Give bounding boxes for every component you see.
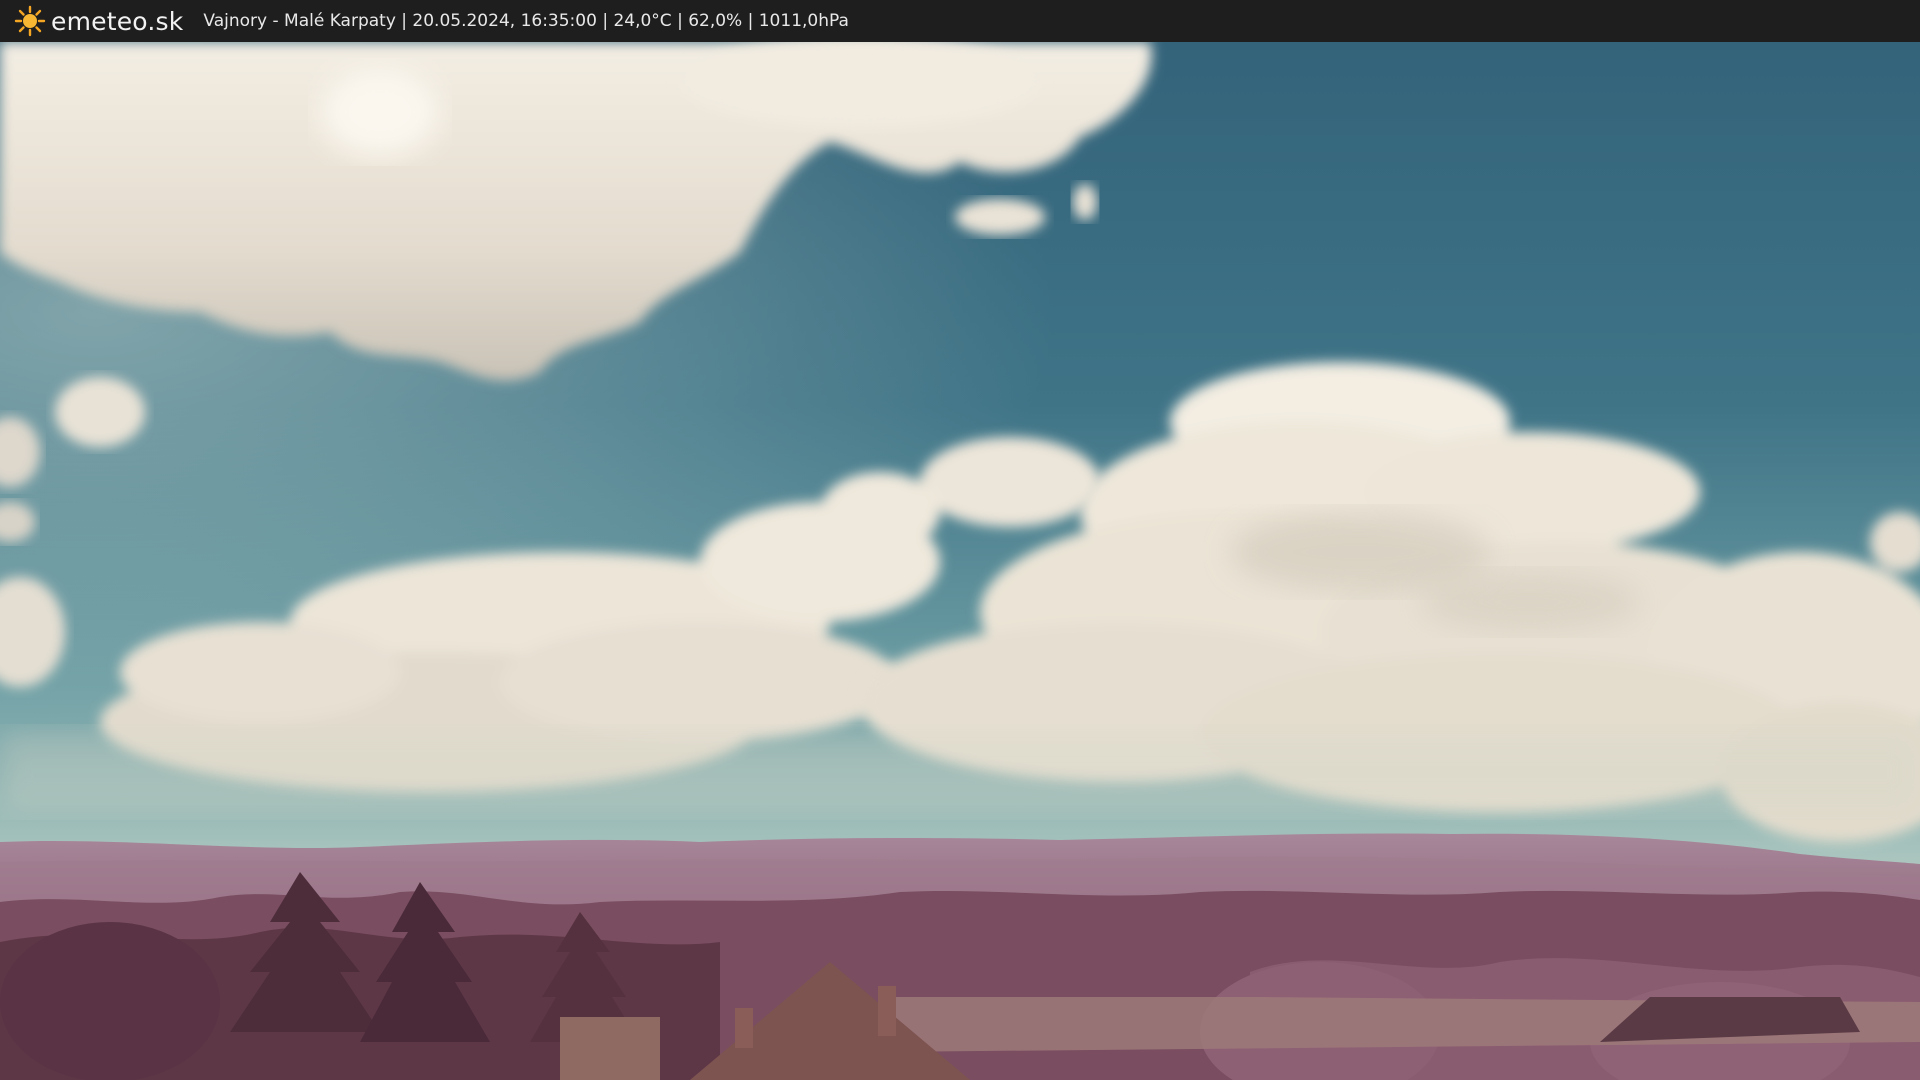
webcam-image <box>0 42 1920 1080</box>
sun-icon <box>14 5 46 37</box>
brand-name: emeteo.sk <box>51 6 184 36</box>
top-bar: emeteo.sk Vajnory - Malé Karpaty | 20.05… <box>0 0 1920 42</box>
logo[interactable]: emeteo.sk <box>14 5 183 37</box>
station-caption: Vajnory - Malé Karpaty | 20.05.2024, 16:… <box>203 11 849 31</box>
webcam-frame: emeteo.sk Vajnory - Malé Karpaty | 20.05… <box>0 0 1920 1080</box>
